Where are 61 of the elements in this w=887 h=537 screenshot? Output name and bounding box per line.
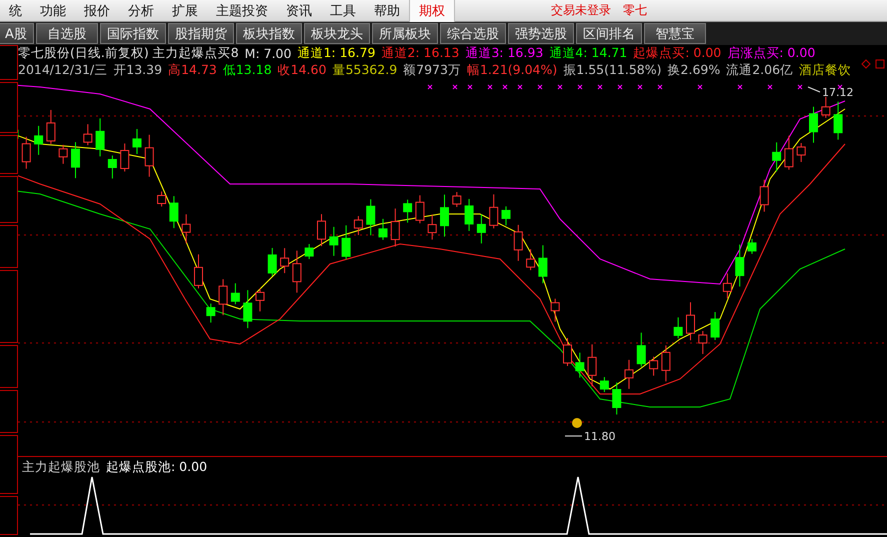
toolbar-button[interactable]: 强势选股 — [508, 23, 574, 44]
high-price-label: 17.12 — [822, 86, 854, 99]
quote-field: 低13.18 — [222, 62, 272, 79]
quote-field: 振1.55(11.58%) — [563, 62, 662, 79]
toolbar-button[interactable]: 自选股 — [36, 23, 98, 44]
side-tab[interactable] — [0, 135, 18, 174]
indicator-value: 通道4: 14.71 — [549, 45, 628, 62]
quote-field: 高14.73 — [168, 62, 217, 79]
low-price-label: 11.80 — [584, 430, 616, 443]
quote-field: 额7973万 — [403, 62, 461, 79]
side-tab[interactable] — [0, 344, 18, 388]
quote-field: 幅1.21(9.04%) — [466, 62, 558, 79]
indicator-value: M: 7.00 — [244, 46, 292, 61]
menu-item[interactable]: 统 — [0, 0, 31, 22]
menu-item[interactable]: 期权 — [409, 0, 455, 22]
indicator-value: 启涨点买: 0.00 — [727, 45, 816, 62]
side-tab[interactable] — [0, 435, 18, 494]
toolbar-button[interactable]: 国际指数 — [100, 23, 166, 44]
leader-line — [808, 86, 820, 92]
side-tab[interactable] — [0, 45, 18, 80]
indicator-value: 起爆点买: 0.00 — [633, 45, 722, 62]
toolbar-button[interactable]: 所属板块 — [372, 23, 438, 44]
menu-item[interactable]: 资讯 — [277, 0, 321, 22]
indicator-value: 通道2: 16.13 — [381, 45, 460, 62]
menu-item[interactable]: 功能 — [31, 0, 75, 22]
side-tab[interactable] — [0, 270, 18, 343]
indicator-reading: 起爆点股池: 0.00 — [106, 459, 208, 476]
status-text: 交易未登录 — [551, 2, 611, 19]
quote-field: 酒店餐饮 — [799, 62, 852, 79]
side-tab[interactable] — [0, 496, 18, 535]
indicator-title: 主力起爆股池 — [22, 459, 100, 476]
toolbar-button[interactable]: 智慧宝 — [644, 23, 706, 44]
menu-item[interactable]: 主题投资 — [207, 0, 277, 22]
menu-item[interactable]: 帮助 — [365, 0, 409, 22]
quote-field: 换2.69% — [668, 62, 720, 79]
side-tab[interactable] — [0, 225, 18, 268]
menu-item[interactable]: 扩展 — [163, 0, 207, 22]
menu-item[interactable]: 分析 — [119, 0, 163, 22]
toolbar-button[interactable]: 股指期货 — [168, 23, 234, 44]
status-text: 零七 — [623, 2, 647, 19]
quote-field: 开13.39 — [113, 62, 162, 79]
indicator-value: 通道1: 16.79 — [297, 45, 376, 62]
menu-item[interactable]: 报价 — [75, 0, 119, 22]
indicator-value: 零七股份(日线.前复权) 主力起爆点买8 — [18, 45, 239, 62]
square-icon[interactable] — [875, 59, 885, 69]
toolbar-button[interactable]: 区间排名 — [576, 23, 642, 44]
side-tab[interactable] — [0, 390, 18, 434]
toolbar-button[interactable]: 板块龙头 — [304, 23, 370, 44]
toolbar-button[interactable]: A股 — [0, 23, 34, 44]
diamond-icon[interactable] — [861, 59, 871, 69]
quote-field: 2014/12/31/三 — [18, 62, 108, 79]
quote-field: 流通2.06亿 — [726, 62, 794, 79]
quote-field: 收14.60 — [278, 62, 326, 79]
coin-icon — [572, 418, 582, 428]
toolbar-button[interactable]: 板块指数 — [236, 23, 302, 44]
toolbar-button[interactable]: 综合选股 — [440, 23, 506, 44]
quote-field: 量55362.9 — [332, 62, 398, 79]
indicator-value: 通道3: 16.93 — [465, 45, 544, 62]
side-tab[interactable] — [0, 82, 18, 134]
menu-item[interactable]: 工具 — [321, 0, 365, 22]
side-tab[interactable] — [0, 176, 18, 224]
